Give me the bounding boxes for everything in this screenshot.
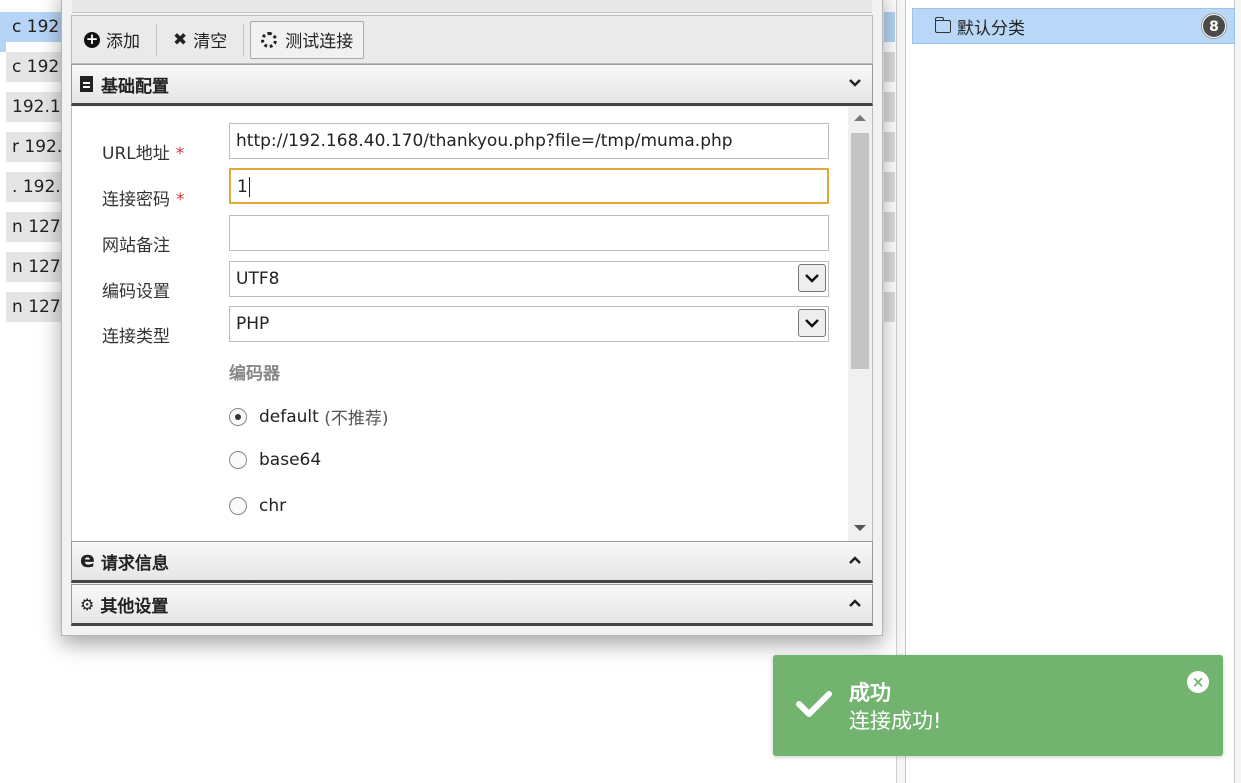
- plus-circle-icon: +: [84, 29, 100, 48]
- dialog-toolbar: + 添加 ✖ 清空 测试连接: [71, 15, 873, 64]
- chevron-down-icon[interactable]: [798, 309, 826, 337]
- scroll-up-arrow[interactable]: [854, 115, 866, 121]
- section-title: 基础配置: [101, 76, 169, 97]
- form-scrollbar[interactable]: [848, 107, 872, 541]
- checkmark-icon: [796, 691, 832, 717]
- note-input[interactable]: [229, 215, 829, 251]
- folder-icon: [934, 16, 951, 33]
- section-request-info[interactable]: e 请求信息: [71, 541, 873, 583]
- toolbar-divider: [243, 23, 245, 56]
- radio-button[interactable]: [229, 497, 247, 515]
- section-title: 其他设置: [100, 596, 169, 617]
- scroll-thumb[interactable]: [851, 133, 869, 369]
- toast-title: 成功: [849, 681, 891, 705]
- password-label: 连接密码 *: [102, 190, 185, 210]
- encoder-option-chr[interactable]: chr: [229, 496, 286, 516]
- add-shell-dialog: + 添加 ✖ 清空 测试连接 基础配置 URL地址 * http://192.16…: [61, 0, 883, 636]
- count-badge: 8: [1202, 14, 1226, 38]
- radio-button[interactable]: [229, 407, 247, 426]
- close-icon[interactable]: ×: [1187, 671, 1209, 693]
- scroll-down-arrow[interactable]: [854, 525, 866, 531]
- encoding-label: 编码设置: [102, 282, 170, 302]
- basic-config-form: URL地址 * http://192.168.40.170/thankyou.ph…: [71, 107, 873, 541]
- section-title: 请求信息: [100, 553, 169, 574]
- clear-button[interactable]: ✖ 清空: [163, 21, 237, 59]
- add-button-label: 添加: [106, 32, 140, 52]
- spinner-icon: [261, 31, 278, 48]
- password-input[interactable]: 1: [229, 168, 829, 204]
- section-basic-config[interactable]: 基础配置: [71, 64, 873, 106]
- toolbar-divider: [156, 23, 157, 56]
- type-label: 连接类型: [102, 327, 170, 347]
- url-input[interactable]: http://192.168.40.170/thankyou.php?file=…: [229, 123, 829, 159]
- add-button[interactable]: + 添加: [74, 21, 150, 59]
- gears-icon: ⚙: [80, 594, 95, 614]
- radio-button[interactable]: [229, 451, 247, 469]
- encoding-select[interactable]: UTF8: [229, 261, 829, 297]
- file-text-icon: [80, 76, 93, 92]
- close-icon: ✖: [173, 29, 188, 50]
- section-other-settings[interactable]: ⚙ 其他设置: [71, 584, 873, 626]
- encoder-title: 编码器: [229, 364, 280, 384]
- encoder-option-base64[interactable]: base64: [229, 450, 321, 470]
- chevron-down-icon[interactable]: [798, 264, 826, 292]
- chevron-down-icon: [849, 79, 861, 87]
- encoder-option-default[interactable]: default (不推荐): [229, 404, 389, 429]
- dialog-titlebar[interactable]: [72, 0, 872, 13]
- test-connection-button[interactable]: 测试连接: [250, 20, 365, 59]
- category-label: 默认分类: [957, 18, 1025, 39]
- clear-button-label: 清空: [193, 32, 228, 52]
- note-label: 网站备注: [102, 236, 170, 256]
- category-item-default[interactable]: 默认分类 8: [912, 8, 1235, 44]
- url-label: URL地址 *: [102, 144, 185, 164]
- test-connection-label: 测试连接: [285, 32, 354, 52]
- chevron-up-icon: [849, 556, 861, 564]
- toast-message: 连接成功!: [849, 709, 942, 733]
- success-toast: 成功 连接成功! ×: [773, 655, 1223, 756]
- type-select[interactable]: PHP: [229, 306, 829, 342]
- browser-icon: e: [80, 548, 95, 573]
- chevron-up-icon: [849, 599, 861, 607]
